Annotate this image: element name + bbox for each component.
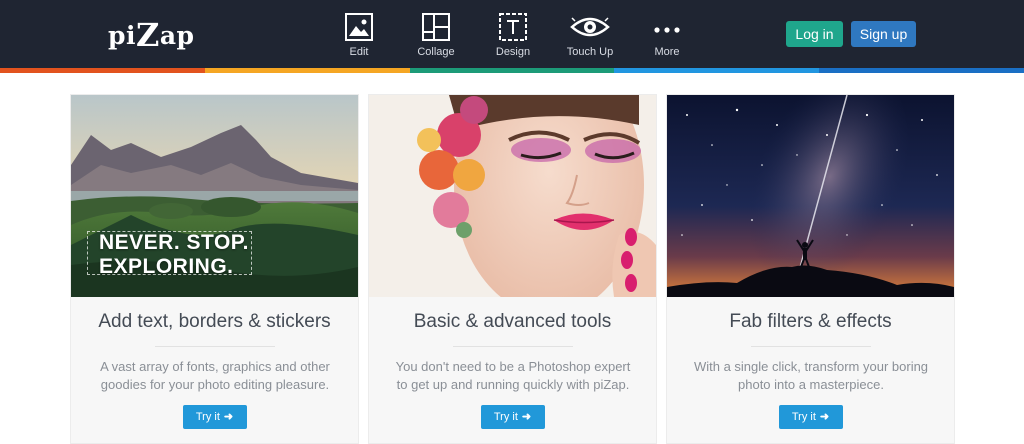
color-stripe [0, 68, 1024, 73]
card-description: A vast array of fonts, graphics and othe… [100, 359, 330, 392]
mountain-landscape-image: NEVER. STOP. EXPLORING. [71, 95, 358, 297]
feature-card-filters: Fab filters & effects With a single clic… [666, 94, 955, 444]
nav-more-label: More [654, 46, 680, 58]
more-dots-icon [654, 27, 680, 33]
stripe-segment [0, 68, 205, 73]
overlay-line-1: NEVER. STOP. [99, 231, 249, 254]
logo-text-post: ap [159, 21, 195, 50]
nav-touch-up-label: Touch Up [566, 46, 614, 58]
card-divider [750, 346, 871, 347]
arrow-right-icon: ➜ [819, 411, 830, 423]
overlay-line-2: EXPLORING. [99, 255, 234, 278]
stripe-segment [819, 68, 1024, 73]
makeup-portrait-image [369, 95, 656, 297]
try-it-button[interactable]: Try it ➜ [480, 405, 545, 429]
try-it-button[interactable]: Try it ➜ [182, 405, 247, 429]
text-frame-icon [499, 13, 527, 41]
card-divider [452, 346, 573, 347]
eye-icon [570, 17, 610, 37]
stripe-segment [409, 68, 615, 73]
starry-night-sky-image [667, 95, 954, 297]
nav-more[interactable]: More [632, 12, 702, 58]
feature-card-text: NEVER. STOP. EXPLORING. Add text, border… [70, 94, 359, 444]
nav-collage[interactable]: Collage [401, 12, 471, 58]
nav-edit-label: Edit [349, 46, 369, 58]
top-navigation-bar: piZap Edit Collage Design Touch Up More … [0, 0, 1024, 68]
nav-collage-label: Collage [417, 46, 455, 58]
try-it-label: Try it [791, 411, 816, 423]
card-title: Add text, borders & stickers [98, 311, 331, 332]
arrow-right-icon: ➜ [223, 411, 234, 423]
nav-edit[interactable]: Edit [324, 12, 394, 58]
card-divider [154, 346, 275, 347]
feature-card-tools: Basic & advanced tools You don't need to… [368, 94, 657, 444]
nav-design[interactable]: Design [478, 12, 548, 58]
try-it-label: Try it [493, 411, 518, 423]
try-it-button[interactable]: Try it ➜ [778, 405, 843, 429]
stripe-segment [204, 68, 410, 73]
nav-touch-up[interactable]: Touch Up [555, 12, 625, 58]
pizap-logo[interactable]: piZap [108, 14, 195, 54]
logo-text-big: Z [135, 16, 160, 54]
try-it-label: Try it [195, 411, 220, 423]
signup-button[interactable]: Sign up [851, 21, 916, 47]
login-button[interactable]: Log in [786, 21, 843, 47]
card-description: You don't need to be a Photoshop expert … [395, 359, 631, 392]
nav-design-label: Design [495, 46, 531, 58]
overlay-caption[interactable]: NEVER. STOP. EXPLORING. [99, 231, 249, 279]
arrow-right-icon: ➜ [521, 411, 532, 423]
logo-text-pre: pi [108, 21, 136, 50]
card-description: With a single click, transform your bori… [693, 359, 929, 392]
stripe-segment [614, 68, 820, 73]
image-icon [345, 13, 373, 41]
card-title: Fab filters & effects [729, 311, 892, 332]
collage-grid-icon [422, 13, 450, 41]
card-title: Basic & advanced tools [413, 311, 612, 332]
